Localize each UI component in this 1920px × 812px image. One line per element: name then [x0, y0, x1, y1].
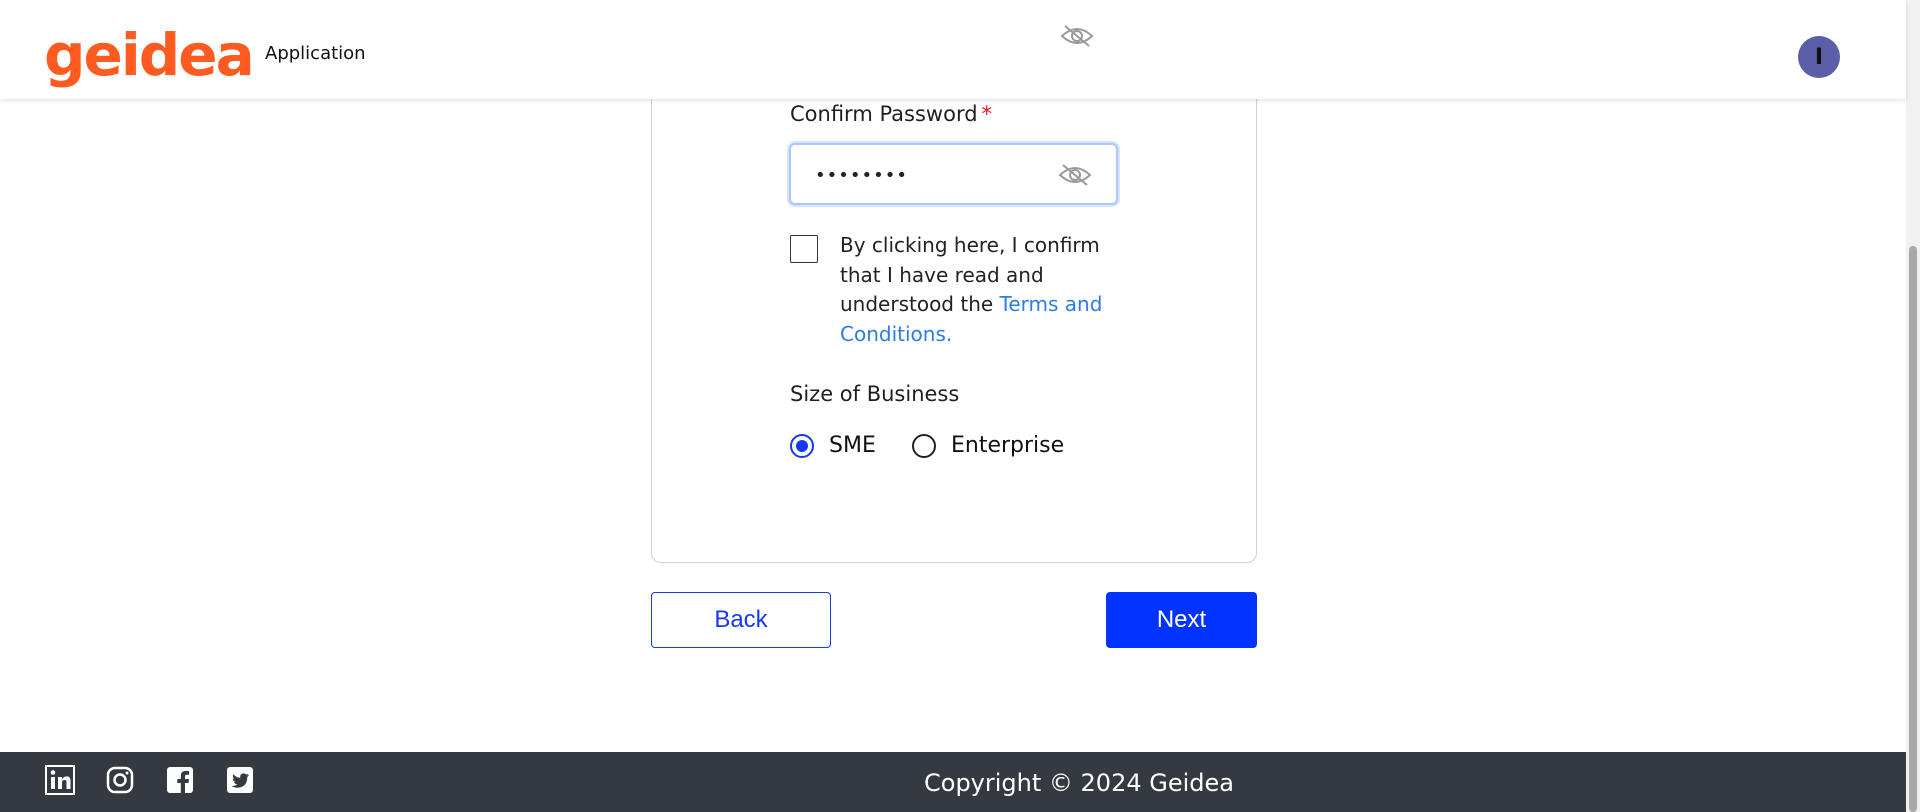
sme-radio[interactable]: [790, 433, 814, 458]
geidea-logo[interactable]: geidea: [44, 22, 255, 88]
confirm-password-label-text: Confirm Password: [790, 102, 978, 126]
eye-off-icon[interactable]: [1060, 24, 1094, 52]
twitter-icon[interactable]: [224, 764, 256, 796]
top-header: geidea Application I: [0, 0, 1906, 99]
enterprise-radio[interactable]: [912, 433, 936, 458]
linkedin-icon[interactable]: [44, 764, 76, 796]
size-option-sme[interactable]: SME: [790, 433, 876, 458]
enterprise-label: Enterprise: [951, 433, 1065, 458]
confirm-password-field[interactable]: ••••••••: [789, 143, 1118, 205]
sme-label: SME: [829, 433, 876, 458]
user-avatar[interactable]: I: [1798, 36, 1840, 78]
toggle-visibility-eye-off-icon[interactable]: [1058, 163, 1092, 191]
size-option-enterprise[interactable]: Enterprise: [912, 433, 1064, 458]
confirm-password-value: ••••••••: [815, 165, 908, 186]
app-title: Application: [265, 43, 366, 64]
back-button[interactable]: Back: [651, 592, 831, 648]
size-of-business-label: Size of Business: [790, 382, 960, 406]
scrollbar-thumb[interactable]: [1909, 246, 1917, 812]
confirm-password-label: Confirm Password *: [790, 102, 992, 126]
required-marker: *: [981, 102, 993, 126]
instagram-icon[interactable]: [104, 764, 136, 796]
copyright-text: Copyright © 2024 Geidea: [924, 769, 1234, 797]
terms-text: By clicking here, I confirm that I have …: [840, 231, 1105, 349]
facebook-icon[interactable]: [164, 764, 196, 796]
footer: Copyright © 2024 Geidea: [0, 752, 1906, 812]
next-button[interactable]: Next: [1106, 592, 1257, 648]
page: geidea Application I Confirm Password * •…: [0, 0, 1920, 812]
terms-checkbox[interactable]: [790, 235, 818, 263]
